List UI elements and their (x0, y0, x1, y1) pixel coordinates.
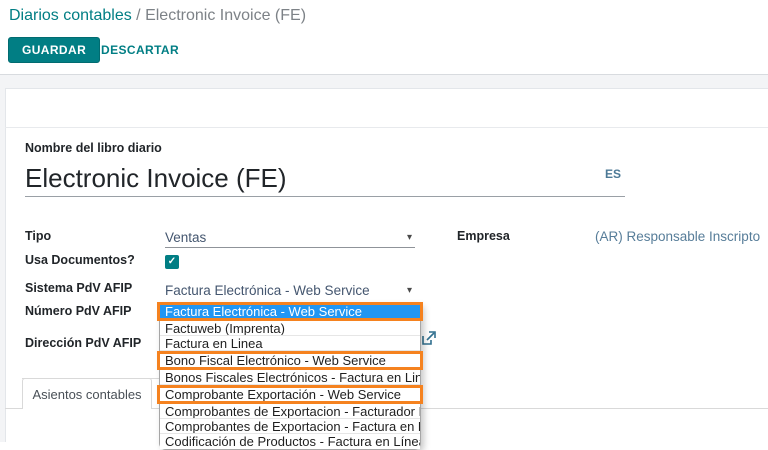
field-label-tipo: Tipo (25, 229, 51, 243)
tab-asientos-contables[interactable]: Asientos contables (22, 378, 152, 409)
dropdown-option[interactable]: Comprobante Exportación - Web Service (157, 385, 423, 404)
dropdown-option[interactable]: Bono Fiscal Electrónico - Web Service (157, 351, 423, 370)
dropdown-option[interactable]: Bonos Fiscales Electrónicos - Factura en… (160, 370, 420, 385)
dropdown-option[interactable]: Comprobantes de Exportacion - Factura en… (160, 419, 420, 434)
dropdown-option[interactable]: Factura Electrónica - Web Service (157, 302, 423, 321)
empresa-value-link[interactable]: (AR) Responsable Inscripto (595, 229, 760, 244)
dropdown-option[interactable]: Comprobantes de Exportacion - Facturador… (160, 404, 420, 419)
dropdown-option[interactable]: Factura en Linea (160, 336, 420, 351)
journal-name-label: Nombre del libro diario (25, 141, 162, 155)
chevron-down-icon: ▾ (407, 232, 415, 243)
field-label-direccion-pdv: Dirección PdV AFIP (25, 336, 141, 350)
journal-form-page: { "breadcrumb": { "parent": "Diarios con… (0, 0, 768, 442)
tab-label: Asientos contables (32, 387, 141, 402)
breadcrumb-separator: / (132, 7, 145, 24)
sistema-pdv-dropdown: Factura Electrónica - Web Service Factuw… (159, 303, 421, 450)
tipo-select[interactable]: Ventas ▾ (165, 228, 415, 248)
tipo-select-value: Ventas (165, 230, 206, 245)
sheet-divider (5, 127, 768, 128)
save-button[interactable]: GUARDAR (8, 37, 100, 63)
field-label-usa-documentos: Usa Documentos? (25, 253, 135, 267)
external-link-icon[interactable] (422, 331, 436, 345)
breadcrumb: Diarios contables / Electronic Invoice (… (9, 7, 306, 25)
chevron-down-icon: ▾ (407, 285, 415, 296)
sistema-pdv-select-value: Factura Electrónica - Web Service (165, 283, 370, 298)
checkmark-icon: ✓ (168, 256, 176, 267)
discard-button[interactable]: DESCARTAR (97, 37, 183, 63)
field-label-empresa: Empresa (457, 229, 510, 243)
translate-language-badge[interactable]: ES (605, 167, 621, 181)
usa-documentos-checkbox[interactable]: ✓ (165, 255, 179, 269)
breadcrumb-parent-link[interactable]: Diarios contables (9, 7, 132, 24)
field-label-numero-pdv: Número PdV AFIP (25, 304, 132, 318)
journal-name-input[interactable] (25, 160, 625, 197)
sistema-pdv-select[interactable]: Factura Electrónica - Web Service ▾ (165, 280, 415, 300)
field-label-sistema-pdv: Sistema PdV AFIP (25, 281, 132, 295)
breadcrumb-current: Electronic Invoice (FE) (145, 7, 306, 24)
dropdown-option[interactable]: Factuweb (Imprenta) (160, 321, 420, 336)
